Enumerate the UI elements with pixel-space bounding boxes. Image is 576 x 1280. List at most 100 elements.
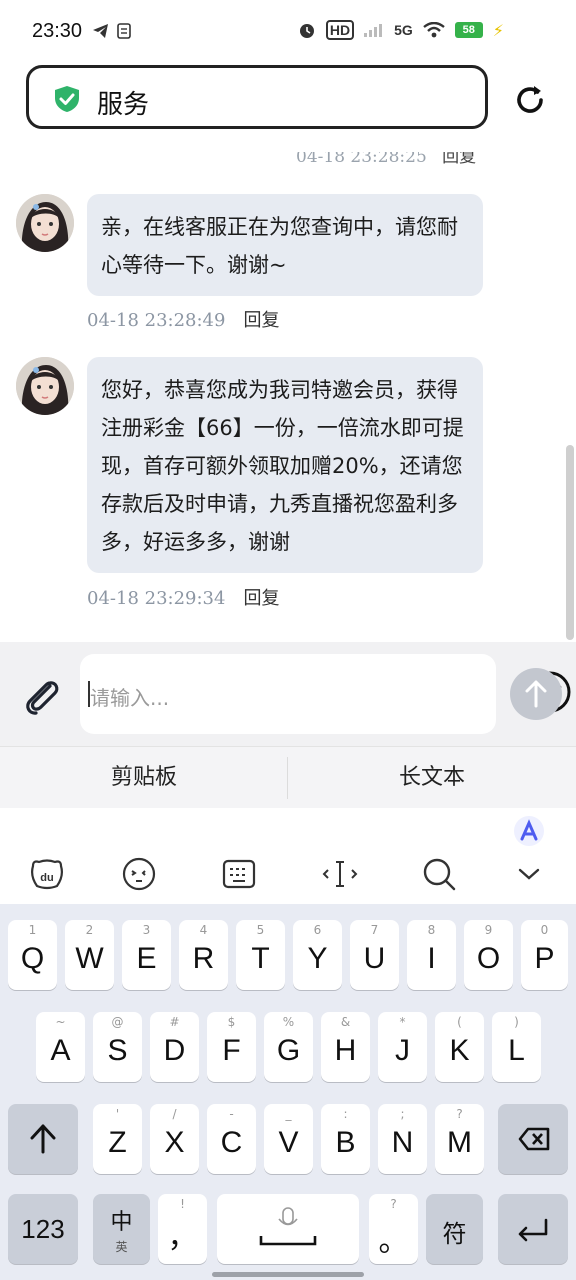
key-sub-label: #	[169, 1015, 180, 1029]
reload-icon[interactable]	[512, 82, 548, 118]
key-b[interactable]: :B	[321, 1104, 370, 1174]
numbers-key[interactable]: 123	[8, 1194, 78, 1264]
key-o[interactable]: 9O	[464, 920, 513, 990]
key-z[interactable]: ' Z	[93, 1104, 142, 1174]
key-v[interactable]: _ V	[264, 1104, 313, 1174]
message-bubble: 亲，在线客服正在为您查询中，请您耐心等待一下。谢谢~	[87, 194, 483, 296]
key-i[interactable]: 8I	[407, 920, 456, 990]
keyboard-icon[interactable]	[221, 856, 257, 892]
cursor-icon[interactable]	[322, 856, 358, 892]
key-x[interactable]: / X	[150, 1104, 199, 1174]
previous-reply-link[interactable]: 回复	[442, 152, 476, 167]
home-indicator[interactable]	[212, 1272, 364, 1277]
key-g[interactable]: % G	[264, 1012, 313, 1082]
hd-indicator: HD	[325, 20, 355, 40]
enter-key[interactable]	[498, 1194, 568, 1264]
key-r[interactable]: 4R	[179, 920, 228, 990]
network-label: 5G	[394, 22, 413, 38]
key-j[interactable]: * J	[378, 1012, 427, 1082]
status-right-icons: HD 5G 58 ⚡	[298, 20, 504, 40]
backspace-icon	[518, 1127, 550, 1151]
key-label: W	[75, 942, 104, 975]
key-label: 。	[378, 1225, 409, 1258]
page-title: 服务	[97, 90, 150, 120]
key-q[interactable]: 1Q	[8, 920, 57, 990]
shield-check-icon	[55, 86, 79, 112]
agent-avatar[interactable]	[16, 194, 74, 252]
keyboard-suggestion-bar: 剪贴板 长文本	[0, 746, 576, 809]
chat-area[interactable]: 04-18 23:28:25 回复 亲，在线客服正在为您查询中，请您耐心等待一下…	[0, 152, 576, 642]
backspace-key[interactable]	[498, 1104, 568, 1174]
key-sub-label: *	[399, 1015, 406, 1029]
reply-link[interactable]: 回复	[243, 588, 279, 609]
keyboard-toolbar: du	[0, 808, 576, 904]
key-m[interactable]: ? M	[435, 1104, 484, 1174]
symbols-key[interactable]: 符	[426, 1194, 483, 1264]
key-label: D	[163, 1034, 186, 1067]
key-a[interactable]: ~ A	[36, 1012, 85, 1082]
search-icon[interactable]	[421, 856, 457, 892]
period-key[interactable]: ?。	[369, 1194, 418, 1264]
chat-scrollbar[interactable]	[566, 445, 574, 640]
key-label: 中	[110, 1209, 133, 1234]
key-sub-label: ?	[390, 1197, 397, 1211]
key-sub-label: '	[115, 1107, 120, 1121]
reply-link[interactable]: 回复	[243, 310, 279, 331]
language-switch-key[interactable]: 中 英	[93, 1194, 150, 1264]
bear-icon[interactable]: du	[29, 856, 65, 892]
paperclip-icon[interactable]	[20, 674, 64, 718]
key-sub-label: :	[343, 1107, 348, 1121]
key-label: U	[363, 942, 386, 975]
message-input[interactable]: 请输入...	[80, 654, 571, 734]
alarm-icon	[299, 24, 314, 38]
key-sub-label: /	[172, 1107, 177, 1121]
message-composer: 请输入...	[0, 642, 576, 746]
long-text-button[interactable]: 长文本	[288, 747, 576, 809]
agent-avatar[interactable]	[16, 357, 74, 415]
key-sub-label: 4	[199, 923, 208, 937]
key-d[interactable]: # D	[150, 1012, 199, 1082]
key-sub-label: 9	[484, 923, 493, 937]
shift-icon	[30, 1124, 56, 1154]
key-label: L	[508, 1034, 525, 1067]
key-l[interactable]: ) L	[492, 1012, 541, 1082]
key-p[interactable]: 0P	[521, 920, 568, 990]
clipboard-button[interactable]: 剪贴板	[0, 747, 288, 809]
key-t[interactable]: 5T	[236, 920, 285, 990]
key-label: ，	[167, 1221, 198, 1254]
enter-icon	[518, 1218, 548, 1242]
key-sub-label: (	[457, 1015, 462, 1029]
face-icon[interactable]	[121, 856, 157, 892]
file-icon	[117, 23, 131, 39]
key-s[interactable]: @ S	[93, 1012, 142, 1082]
send-button[interactable]	[510, 668, 562, 720]
key-sub-label: 1	[28, 923, 37, 937]
status-bar: 23:30 HD 5G 58 ⚡	[0, 0, 576, 62]
shift-key[interactable]	[8, 1104, 78, 1174]
key-sub-label: _	[285, 1107, 292, 1121]
key-e[interactable]: 3E	[122, 920, 171, 990]
key-h[interactable]: & H	[321, 1012, 370, 1082]
ai-assistant-icon[interactable]	[514, 816, 544, 846]
key-label: Y	[307, 942, 328, 975]
key-label: V	[278, 1126, 299, 1159]
key-sub-label: !	[180, 1197, 185, 1211]
key-label: 符	[442, 1221, 467, 1248]
key-label: M	[447, 1126, 472, 1159]
key-c[interactable]: -C	[207, 1104, 256, 1174]
comma-key[interactable]: !，	[158, 1194, 207, 1264]
address-bar[interactable]: 服务	[26, 65, 488, 129]
message-bubble: 您好，恭喜您成为我司特邀会员，获得注册彩金【66】一份，一倍流水即可提现，首存可…	[87, 357, 483, 573]
key-label: 123	[21, 1214, 65, 1244]
key-label: P	[534, 942, 555, 975]
key-w[interactable]: 2W	[65, 920, 114, 990]
space-key[interactable]	[217, 1194, 359, 1264]
chevron-down-icon[interactable]	[511, 856, 547, 892]
key-sub-label: 3	[142, 923, 151, 937]
key-u[interactable]: 7U	[350, 920, 399, 990]
key-f[interactable]: $ F	[207, 1012, 256, 1082]
key-sub-label: -	[229, 1107, 234, 1121]
key-k[interactable]: (K	[435, 1012, 484, 1082]
key-y[interactable]: 6Y	[293, 920, 342, 990]
key-n[interactable]: ; N	[378, 1104, 427, 1174]
